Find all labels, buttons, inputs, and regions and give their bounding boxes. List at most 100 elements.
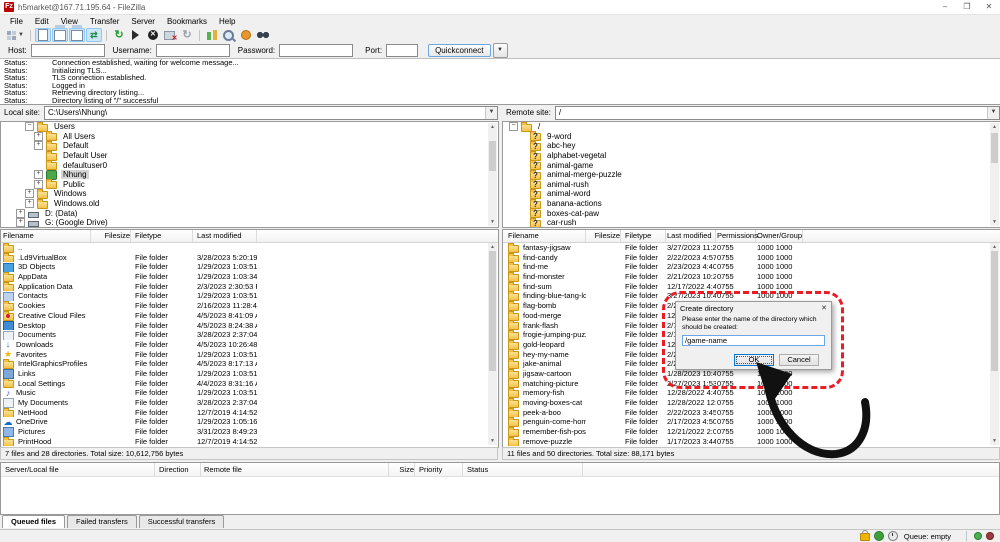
directory-comparison-icon[interactable] bbox=[204, 28, 220, 42]
file-row[interactable]: DocumentsFile folder3/28/2023 2:37:04 ..… bbox=[1, 330, 498, 340]
file-row[interactable]: fantasy-jigsawFile folder3/27/2023 11:2.… bbox=[503, 243, 1000, 253]
tree-item[interactable]: +boxes-cat-paw bbox=[503, 208, 1000, 218]
cancel-operation-icon[interactable]: ✕ bbox=[145, 28, 161, 42]
tab-queued-files[interactable]: Queued files bbox=[2, 515, 65, 528]
close-button[interactable]: ✕ bbox=[978, 1, 1000, 14]
chevron-down-icon[interactable]: ▼ bbox=[485, 107, 497, 119]
site-manager-icon[interactable] bbox=[3, 28, 19, 42]
gear-icon[interactable] bbox=[874, 531, 884, 541]
port-input[interactable] bbox=[386, 44, 418, 57]
tree-expander[interactable]: + bbox=[34, 180, 43, 189]
column-header-last-modified[interactable]: Last modified bbox=[194, 230, 257, 242]
quickconnect-button[interactable]: Quickconnect bbox=[428, 44, 490, 57]
tree-item[interactable]: +animal-word bbox=[503, 189, 1000, 199]
process-queue-icon[interactable] bbox=[128, 28, 144, 42]
column-header-filetype[interactable]: Filetype bbox=[132, 230, 193, 242]
queue-column-status[interactable]: Status bbox=[464, 463, 583, 476]
local-site-combo[interactable]: C:\Users\Nhung\ ▼ bbox=[44, 106, 498, 120]
scroll-up-icon[interactable]: ▲ bbox=[990, 123, 999, 131]
file-row[interactable]: find-candyFile folder2/22/2023 4:57:...0… bbox=[503, 253, 1000, 263]
tree-item[interactable]: +All Users bbox=[1, 132, 498, 142]
scrollbar[interactable]: ▲▼ bbox=[990, 243, 999, 445]
scroll-up-icon[interactable]: ▲ bbox=[990, 243, 999, 251]
menu-item-transfer[interactable]: Transfer bbox=[84, 17, 126, 26]
scroll-up-icon[interactable]: ▲ bbox=[488, 243, 497, 251]
queue-column-direction[interactable]: Direction bbox=[156, 463, 201, 476]
file-row[interactable]: find-meFile folder2/23/2023 4:40:...0755… bbox=[503, 262, 1000, 272]
tree-item[interactable]: +animal-rush bbox=[503, 180, 1000, 190]
scrollbar[interactable]: ▲▼ bbox=[488, 243, 497, 445]
tree-expander[interactable]: + bbox=[34, 141, 43, 150]
file-row[interactable]: .. bbox=[1, 243, 498, 253]
tree-item[interactable]: +banana-actions bbox=[503, 199, 1000, 209]
tree-expander[interactable]: + bbox=[34, 132, 43, 141]
tree-expander[interactable]: + bbox=[25, 189, 34, 198]
tree-item[interactable]: +9-word bbox=[503, 132, 1000, 142]
tree-item[interactable]: +Public bbox=[1, 180, 498, 190]
column-header-filename[interactable]: Filename bbox=[0, 230, 91, 242]
file-row[interactable]: PrintHoodFile folder12/7/2019 4:14:52 ..… bbox=[1, 437, 498, 447]
clock-icon[interactable] bbox=[888, 531, 898, 541]
password-input[interactable] bbox=[279, 44, 353, 57]
tree-expander[interactable]: − bbox=[509, 122, 518, 131]
tree-item[interactable]: +Nhung bbox=[1, 170, 498, 180]
username-input[interactable] bbox=[156, 44, 230, 57]
tree-item[interactable]: +G: (Google Drive) bbox=[1, 218, 498, 228]
tree-item[interactable]: −Users bbox=[1, 122, 498, 132]
column-header-filesize[interactable]: Filesize bbox=[90, 230, 131, 242]
file-row[interactable]: IntelGraphicsProfilesFile folder4/5/2023… bbox=[1, 359, 498, 369]
chevron-down-icon[interactable]: ▼ bbox=[987, 107, 999, 119]
tree-item[interactable]: +D: (Data) bbox=[1, 208, 498, 218]
menu-item-file[interactable]: File bbox=[4, 17, 29, 26]
refresh-icon[interactable]: ↻ bbox=[111, 28, 127, 42]
file-row[interactable]: ContactsFile folder1/29/2023 1:03:51 ... bbox=[1, 291, 498, 301]
synchronized-browsing-icon[interactable] bbox=[238, 28, 254, 42]
file-row[interactable]: find-monsterFile folder2/21/2023 10:2...… bbox=[503, 272, 1000, 282]
tree-expander[interactable]: + bbox=[16, 218, 25, 227]
quickconnect-dropdown[interactable]: ▼ bbox=[493, 43, 508, 58]
disconnect-icon[interactable] bbox=[162, 28, 178, 42]
scroll-down-icon[interactable]: ▼ bbox=[990, 437, 999, 445]
tree-item[interactable]: +car-rush bbox=[503, 218, 1000, 228]
maximize-button[interactable]: ❐ bbox=[956, 1, 978, 14]
column-header-last-modified[interactable]: Last modified bbox=[664, 230, 716, 242]
column-header-filetype[interactable]: Filetype bbox=[622, 230, 666, 242]
queue-column-priority[interactable]: Priority bbox=[416, 463, 463, 476]
tree-expander[interactable]: − bbox=[25, 122, 34, 131]
scrollbar-thumb[interactable] bbox=[991, 133, 998, 163]
remote-site-combo[interactable]: / ▼ bbox=[555, 106, 1000, 120]
file-row[interactable]: LinksFile folder1/29/2023 1:03:51 ... bbox=[1, 369, 498, 379]
file-row[interactable]: ☁OneDriveFile folder1/29/2023 1:05:16 ..… bbox=[1, 417, 498, 427]
toggle-remote-tree-icon[interactable] bbox=[69, 28, 85, 42]
tab-successful-transfers[interactable]: Successful transfers bbox=[139, 515, 225, 528]
file-row[interactable]: Local SettingsFile folder4/4/2023 8:31:1… bbox=[1, 379, 498, 389]
toggle-local-tree-icon[interactable] bbox=[52, 28, 68, 42]
scroll-up-icon[interactable]: ▲ bbox=[488, 123, 497, 131]
file-row[interactable]: CookiesFile folder2/16/2023 11:28:45... bbox=[1, 301, 498, 311]
lock-icon[interactable] bbox=[860, 533, 870, 541]
scrollbar-thumb[interactable] bbox=[991, 251, 998, 371]
tree-expander[interactable]: + bbox=[16, 209, 25, 218]
tree-expander[interactable]: + bbox=[34, 170, 43, 179]
reconnect-icon[interactable]: ↻ bbox=[179, 28, 195, 42]
scroll-down-icon[interactable]: ▼ bbox=[488, 218, 497, 226]
column-header-filesize[interactable]: Filesize bbox=[585, 230, 621, 242]
menu-item-help[interactable]: Help bbox=[213, 17, 241, 26]
host-input[interactable] bbox=[31, 44, 105, 57]
toggle-message-log-icon[interactable] bbox=[35, 28, 51, 42]
scroll-down-icon[interactable]: ▼ bbox=[488, 437, 497, 445]
tree-expander[interactable]: + bbox=[25, 199, 34, 208]
file-row[interactable]: ↓DownloadsFile folder4/5/2023 10:26:48 .… bbox=[1, 340, 498, 350]
tree-item[interactable]: +animal-game bbox=[503, 160, 1000, 170]
file-row[interactable]: Application DataFile folder2/3/2023 2:30… bbox=[1, 282, 498, 292]
file-row[interactable]: Creative Cloud FilesFile folder4/5/2023 … bbox=[1, 311, 498, 321]
file-row[interactable]: 3D ObjectsFile folder1/29/2023 1:03:51 .… bbox=[1, 262, 498, 272]
file-row[interactable]: ♪MusicFile folder1/29/2023 1:03:51 ... bbox=[1, 388, 498, 398]
tree-item[interactable]: +abc-hey bbox=[503, 141, 1000, 151]
tree-item[interactable]: +defaultuser0 bbox=[1, 160, 498, 170]
column-header-filename[interactable]: Filename bbox=[505, 230, 586, 242]
file-row[interactable]: AppDataFile folder1/29/2023 1:03:34 ... bbox=[1, 272, 498, 282]
file-row[interactable]: DesktopFile folder4/5/2023 8:24:38 AM bbox=[1, 321, 498, 331]
column-header-owner-group[interactable]: Owner/Group bbox=[754, 230, 803, 242]
file-row[interactable]: .Ld9VirtualBoxFile folder3/28/2023 5:20:… bbox=[1, 253, 498, 263]
